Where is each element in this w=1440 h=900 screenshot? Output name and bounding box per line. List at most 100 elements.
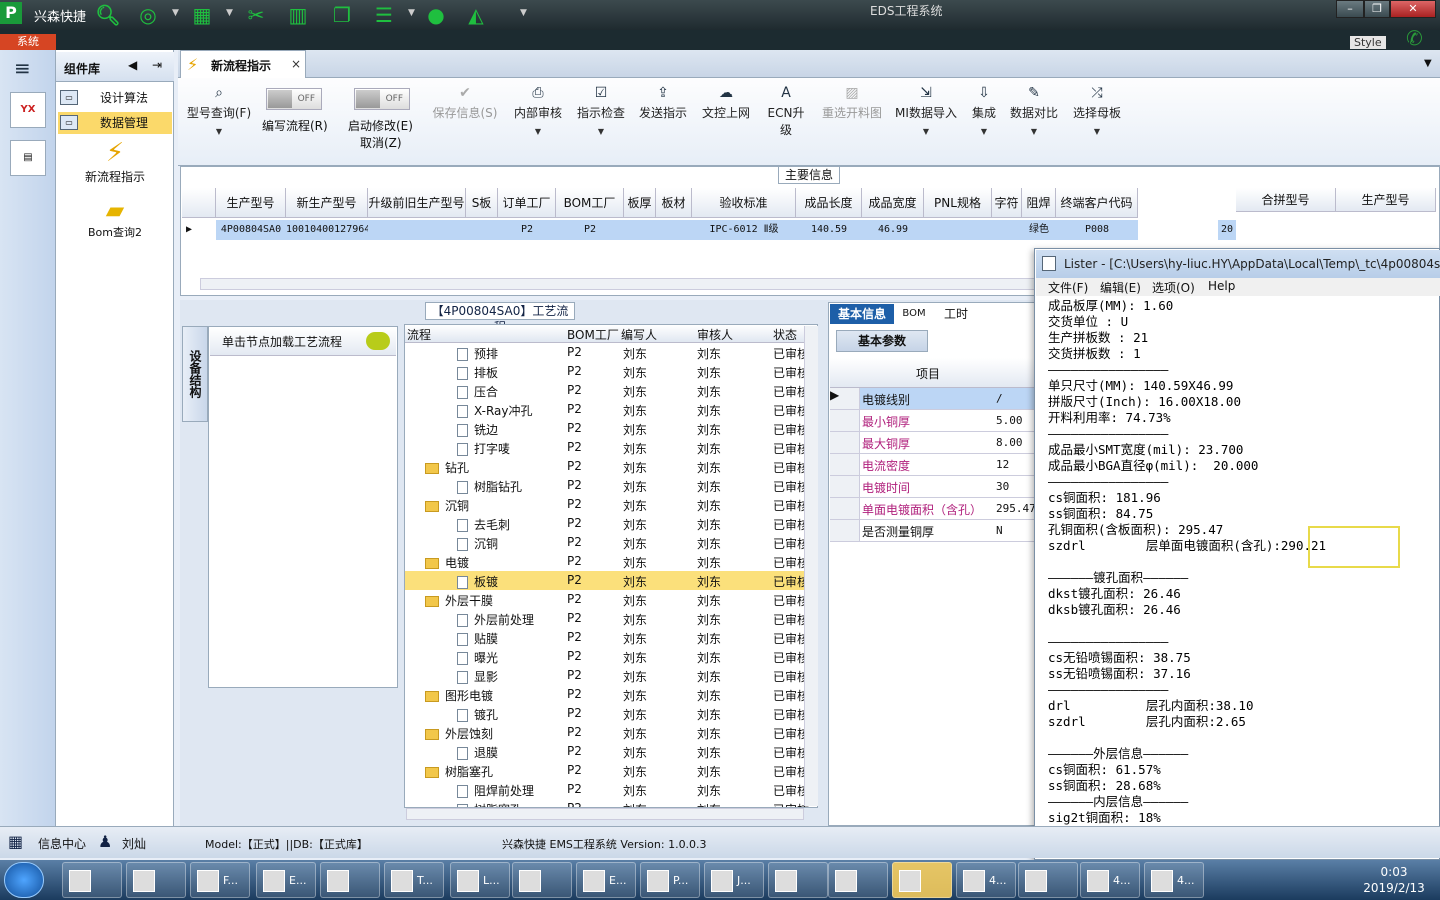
- taskbar-item[interactable]: T...: [384, 862, 444, 898]
- tree-row[interactable]: 图形电镀 P2 刘东 刘东 已审核: [405, 685, 817, 704]
- collapse-left-icon[interactable]: ◀: [128, 58, 137, 72]
- table-cell[interactable]: 20: [1218, 220, 1236, 240]
- select-board-button[interactable]: ⤮ 选择母板 ▼: [1070, 82, 1124, 152]
- check-instruction-button[interactable]: ☑ 指示检查 ▼: [574, 82, 628, 152]
- table-cell[interactable]: [368, 220, 466, 240]
- clock[interactable]: 0:03 2019/2/13: [1352, 862, 1436, 898]
- param-row[interactable]: 电镀时间 30: [830, 476, 1036, 498]
- tree-row[interactable]: 树脂塞孔P2刘东刘东已审核: [405, 799, 817, 807]
- film-icon[interactable]: ▥: [284, 3, 312, 27]
- column-header[interactable]: 项目: [916, 365, 940, 382]
- tree-row[interactable]: 预排 P2 刘东 刘东 已审核: [405, 343, 817, 362]
- menu-edit[interactable]: 编辑(E): [1100, 279, 1141, 296]
- tab-basic-params[interactable]: 基本参数: [836, 330, 928, 352]
- column-header[interactable]: BOM工厂: [567, 326, 619, 343]
- tree-row[interactable]: 曝光 P2 刘东 刘东 已审核: [405, 647, 817, 666]
- column-header[interactable]: 验收标准: [692, 188, 796, 218]
- param-row[interactable]: 是否测量铜厚 N: [830, 520, 1036, 542]
- tree-row[interactable]: 沉铜 P2 刘东 刘东 已审核: [405, 533, 817, 552]
- phone-icon[interactable]: ✆: [1406, 26, 1423, 50]
- column-header[interactable]: 新生产型号: [286, 188, 368, 218]
- tree-vertical-scrollbar[interactable]: [804, 326, 818, 806]
- tree-row[interactable]: 贴膜 P2 刘东 刘东 已审核: [405, 628, 817, 647]
- column-header[interactable]: 流程: [407, 326, 431, 343]
- maximize-button[interactable]: ❐: [1364, 0, 1390, 18]
- table-cell[interactable]: 4P00804SA0: [216, 220, 286, 240]
- column-header[interactable]: 阻焊: [1022, 188, 1056, 218]
- internal-review-button[interactable]: ⎙ 内部审核 ▼: [510, 82, 566, 152]
- param-row[interactable]: 最大铜厚 8.00: [830, 432, 1036, 454]
- tree-row[interactable]: 铣边 P2 刘东 刘东 已审核: [405, 419, 817, 438]
- table-cell[interactable]: [924, 220, 992, 240]
- tab-new-flow[interactable]: ⚡ 新流程指示 ×: [180, 50, 306, 78]
- mi-import-button[interactable]: ⇲ MI数据导入 ▼: [892, 82, 960, 152]
- taskbar-item[interactable]: [768, 862, 828, 898]
- param-row[interactable]: 最小铜厚 5.00: [830, 410, 1036, 432]
- taskbar-item[interactable]: 4...: [1144, 862, 1204, 898]
- integrate-button[interactable]: ⇩ 集成 ▼: [968, 82, 1000, 152]
- copy-icon[interactable]: ❐: [328, 3, 356, 27]
- help-ring-icon[interactable]: ◎: [134, 3, 162, 27]
- send-instruction-button[interactable]: ⇪ 发送指示: [636, 82, 690, 152]
- tab-equipment-structure[interactable]: 设备结构: [182, 326, 208, 422]
- yx-app-icon[interactable]: YX: [10, 92, 46, 128]
- tab-basic-info[interactable]: 基本信息: [830, 304, 894, 324]
- table-cell[interactable]: 绿色: [1022, 220, 1056, 240]
- taskbar-item[interactable]: [62, 862, 122, 898]
- tree-row[interactable]: 钻孔 P2 刘东 刘东 已审核: [405, 457, 817, 476]
- column-header[interactable]: 板材: [656, 188, 692, 218]
- chevron-down-icon[interactable]: ▼: [226, 8, 236, 18]
- new-flow-item[interactable]: ⚡ 新流程指示: [60, 138, 170, 185]
- tree-row[interactable]: 外层蚀刻 P2 刘东 刘东 已审核: [405, 723, 817, 742]
- taskbar-item[interactable]: [892, 862, 952, 898]
- search-icon[interactable]: 🔍︎: [94, 3, 122, 27]
- column-header[interactable]: 生产型号: [1336, 188, 1436, 212]
- scissors-icon[interactable]: ✂: [242, 3, 270, 27]
- menu-icon[interactable]: ≡: [14, 58, 40, 78]
- param-value[interactable]: 8.00: [996, 436, 1023, 449]
- taskbar-item[interactable]: E...: [576, 862, 636, 898]
- start-button[interactable]: [4, 862, 44, 898]
- style-menu[interactable]: Style: [1350, 36, 1386, 49]
- tab-bom[interactable]: BOM: [898, 304, 930, 324]
- info-center-link[interactable]: 信息中心: [38, 835, 86, 852]
- param-value[interactable]: 30: [996, 480, 1009, 493]
- calculator-icon[interactable]: ▤: [10, 140, 46, 176]
- column-header[interactable]: 板厚: [624, 188, 656, 218]
- tree-row[interactable]: 沉铜 P2 刘东 刘东 已审核: [405, 495, 817, 514]
- taskbar-item[interactable]: L...: [450, 862, 510, 898]
- tree-row[interactable]: 树脂塞孔P2刘东刘东已审核: [405, 761, 817, 780]
- model-query-button[interactable]: ⌕ 型号查询(F) ▼: [184, 82, 254, 152]
- column-header[interactable]: 终端客户代码: [1056, 188, 1138, 218]
- reselect-cut-button[interactable]: ▨ 重选开料图: [818, 82, 886, 152]
- start-modify-toggle[interactable]: OFF: [354, 88, 410, 110]
- upload-doc-button[interactable]: ☁ 文控上网: [698, 82, 754, 152]
- data-compare-button[interactable]: ✎ 数据对比 ▼: [1008, 82, 1060, 152]
- close-tab-icon[interactable]: ×: [291, 57, 301, 71]
- column-header[interactable]: 合拼型号: [1236, 188, 1336, 212]
- tree-row[interactable]: 电镀 P2 刘东 刘东 已审核: [405, 552, 817, 571]
- menu-options[interactable]: 选项(O): [1152, 279, 1195, 296]
- chart-icon[interactable]: ◭: [462, 3, 490, 27]
- tree-row[interactable]: 镀孔 P2 刘东 刘东 已审核: [405, 704, 817, 723]
- taskbar-item[interactable]: F...: [190, 862, 250, 898]
- tree-row[interactable]: 退膜 P2 刘东 刘东 已审核: [405, 742, 817, 761]
- table-cell[interactable]: P2: [498, 220, 556, 240]
- taskbar-item[interactable]: [320, 862, 380, 898]
- chevron-down-icon[interactable]: ▼: [520, 8, 530, 18]
- param-value[interactable]: /: [996, 392, 1003, 405]
- taskbar-item[interactable]: 4...: [956, 862, 1016, 898]
- tree-row[interactable]: 树脂钻孔 P2 刘东 刘东 已审核: [405, 476, 817, 495]
- tree-row[interactable]: 外层前处理 P2 刘东 刘东 已审核: [405, 609, 817, 628]
- column-header[interactable]: 状态: [773, 326, 797, 343]
- tree-row[interactable]: X-Ray冲孔 P2 刘东 刘东 已审核: [405, 400, 817, 419]
- list-icon[interactable]: ☰: [370, 3, 398, 27]
- tree-row[interactable]: 去毛刺 P2 刘东 刘东 已审核: [405, 514, 817, 533]
- column-header[interactable]: 成品宽度: [862, 188, 924, 218]
- menu-file[interactable]: 文件(F): [1048, 279, 1088, 296]
- param-row[interactable]: ▶ 电镀线别 /: [830, 388, 1036, 410]
- chevron-down-icon[interactable]: ▼: [408, 8, 418, 18]
- param-row[interactable]: 电流密度 12: [830, 454, 1036, 476]
- table-cell[interactable]: P2: [556, 220, 624, 240]
- write-flow-toggle[interactable]: OFF: [266, 88, 322, 110]
